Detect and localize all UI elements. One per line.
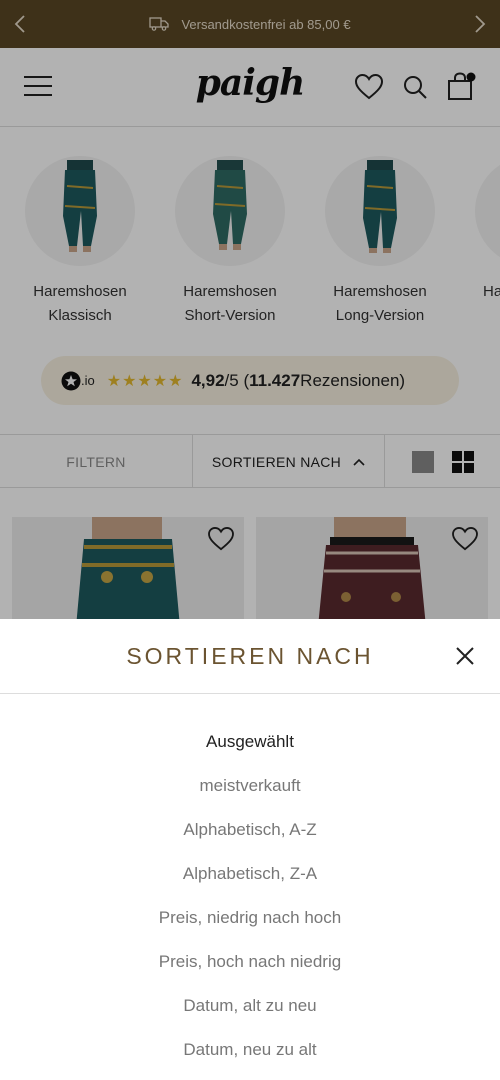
sort-sheet-title: SORTIEREN NACH	[126, 642, 374, 669]
sort-option[interactable]: Ausgewählt	[0, 720, 500, 764]
sort-option[interactable]: Alphabetisch, Z-A	[0, 852, 500, 896]
sort-option[interactable]: Datum, alt zu neu	[0, 984, 500, 1028]
sort-option[interactable]: Preis, hoch nach niedrig	[0, 940, 500, 984]
sort-option[interactable]: Alphabetisch, A-Z	[0, 808, 500, 852]
sort-options: Ausgewählt meistverkauft Alphabetisch, A…	[0, 694, 500, 1072]
sort-option[interactable]: Datum, neu zu alt	[0, 1028, 500, 1072]
sort-sheet: SORTIEREN NACH Ausgewählt meistverkauft …	[0, 619, 500, 1080]
sort-option[interactable]: meistverkauft	[0, 764, 500, 808]
close-icon[interactable]	[454, 645, 476, 667]
sort-option[interactable]: Preis, niedrig nach hoch	[0, 896, 500, 940]
sort-sheet-header: SORTIEREN NACH	[0, 619, 500, 694]
